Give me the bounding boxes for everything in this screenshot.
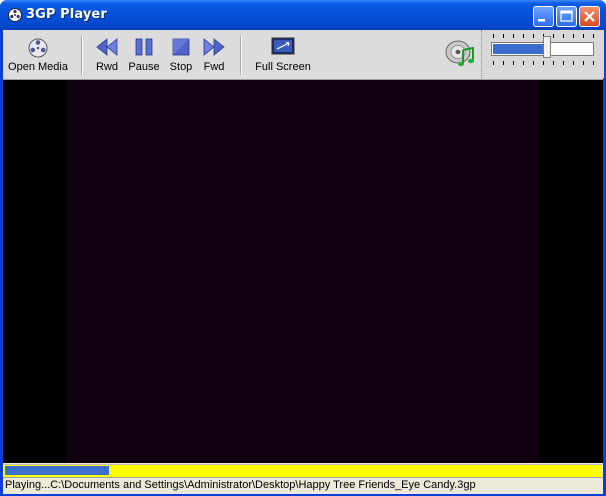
volume-tick	[573, 61, 574, 65]
volume-tick	[543, 61, 544, 65]
playback-progress-bar[interactable]	[4, 464, 602, 477]
full-screen-icon	[271, 37, 295, 55]
video-area[interactable]	[3, 80, 603, 463]
toolbar-separator	[240, 35, 242, 75]
volume-tick	[513, 61, 514, 65]
forward-label: Fwd	[203, 61, 225, 73]
stop-label: Stop	[169, 61, 193, 73]
volume-tick	[513, 34, 514, 38]
volume-tick	[583, 61, 584, 65]
volume-control	[481, 30, 604, 78]
rewind-label: Rwd	[95, 61, 118, 73]
minimize-icon	[538, 19, 545, 22]
volume-tick	[493, 61, 494, 65]
volume-tick	[493, 34, 494, 38]
volume-tick	[533, 34, 534, 38]
volume-tick	[563, 34, 564, 38]
playback-progress-fill	[5, 466, 109, 475]
volume-tick	[503, 61, 504, 65]
volume-tick	[523, 34, 524, 38]
volume-tick	[593, 61, 594, 65]
forward-icon	[203, 38, 225, 56]
open-media-button[interactable]: Open Media	[5, 30, 71, 79]
volume-ticks-bottom	[493, 61, 594, 65]
title-bar[interactable]: 3GP Player	[0, 0, 606, 30]
volume-tick	[533, 61, 534, 65]
app-icon	[8, 8, 22, 22]
open-media-icon	[28, 38, 48, 58]
stop-icon	[172, 38, 190, 56]
app-window: 3GP Player Open Media Rwd Pause Stop Fwd…	[0, 0, 606, 496]
volume-tick	[583, 34, 584, 38]
open-media-label: Open Media	[8, 61, 68, 73]
full-screen-label: Full Screen	[255, 61, 311, 73]
volume-tick	[503, 34, 504, 38]
maximize-button[interactable]	[556, 6, 577, 27]
volume-slider-thumb[interactable]	[543, 36, 551, 58]
stop-button[interactable]: Stop	[167, 30, 195, 79]
volume-slider-fill	[493, 44, 547, 54]
music-disc-icon[interactable]	[444, 38, 476, 70]
volume-tick	[553, 34, 554, 38]
maximize-icon	[560, 10, 573, 22]
rewind-button[interactable]: Rwd	[92, 30, 122, 79]
volume-tick	[563, 61, 564, 65]
window-title: 3GP Player	[26, 7, 107, 22]
status-bar: Playing...C:\Documents and Settings\Admi…	[3, 477, 603, 494]
status-text: Playing...C:\Documents and Settings\Admi…	[5, 479, 476, 491]
full-screen-button[interactable]: Full Screen	[252, 30, 314, 79]
volume-tick	[553, 61, 554, 65]
volume-tick	[523, 61, 524, 65]
pause-label: Pause	[128, 61, 160, 73]
video-frame	[67, 80, 539, 463]
close-icon	[584, 11, 595, 22]
close-button[interactable]	[579, 6, 600, 27]
forward-button[interactable]: Fwd	[200, 30, 228, 79]
rewind-icon	[96, 38, 118, 56]
toolbar: Open Media Rwd Pause Stop Fwd Full Scree…	[3, 30, 604, 80]
toolbar-separator	[81, 35, 83, 75]
minimize-button[interactable]	[533, 6, 554, 27]
client-area: Open Media Rwd Pause Stop Fwd Full Scree…	[3, 30, 604, 494]
volume-tick	[593, 34, 594, 38]
volume-tick	[573, 34, 574, 38]
pause-button[interactable]: Pause	[127, 30, 161, 79]
pause-icon	[135, 38, 153, 56]
